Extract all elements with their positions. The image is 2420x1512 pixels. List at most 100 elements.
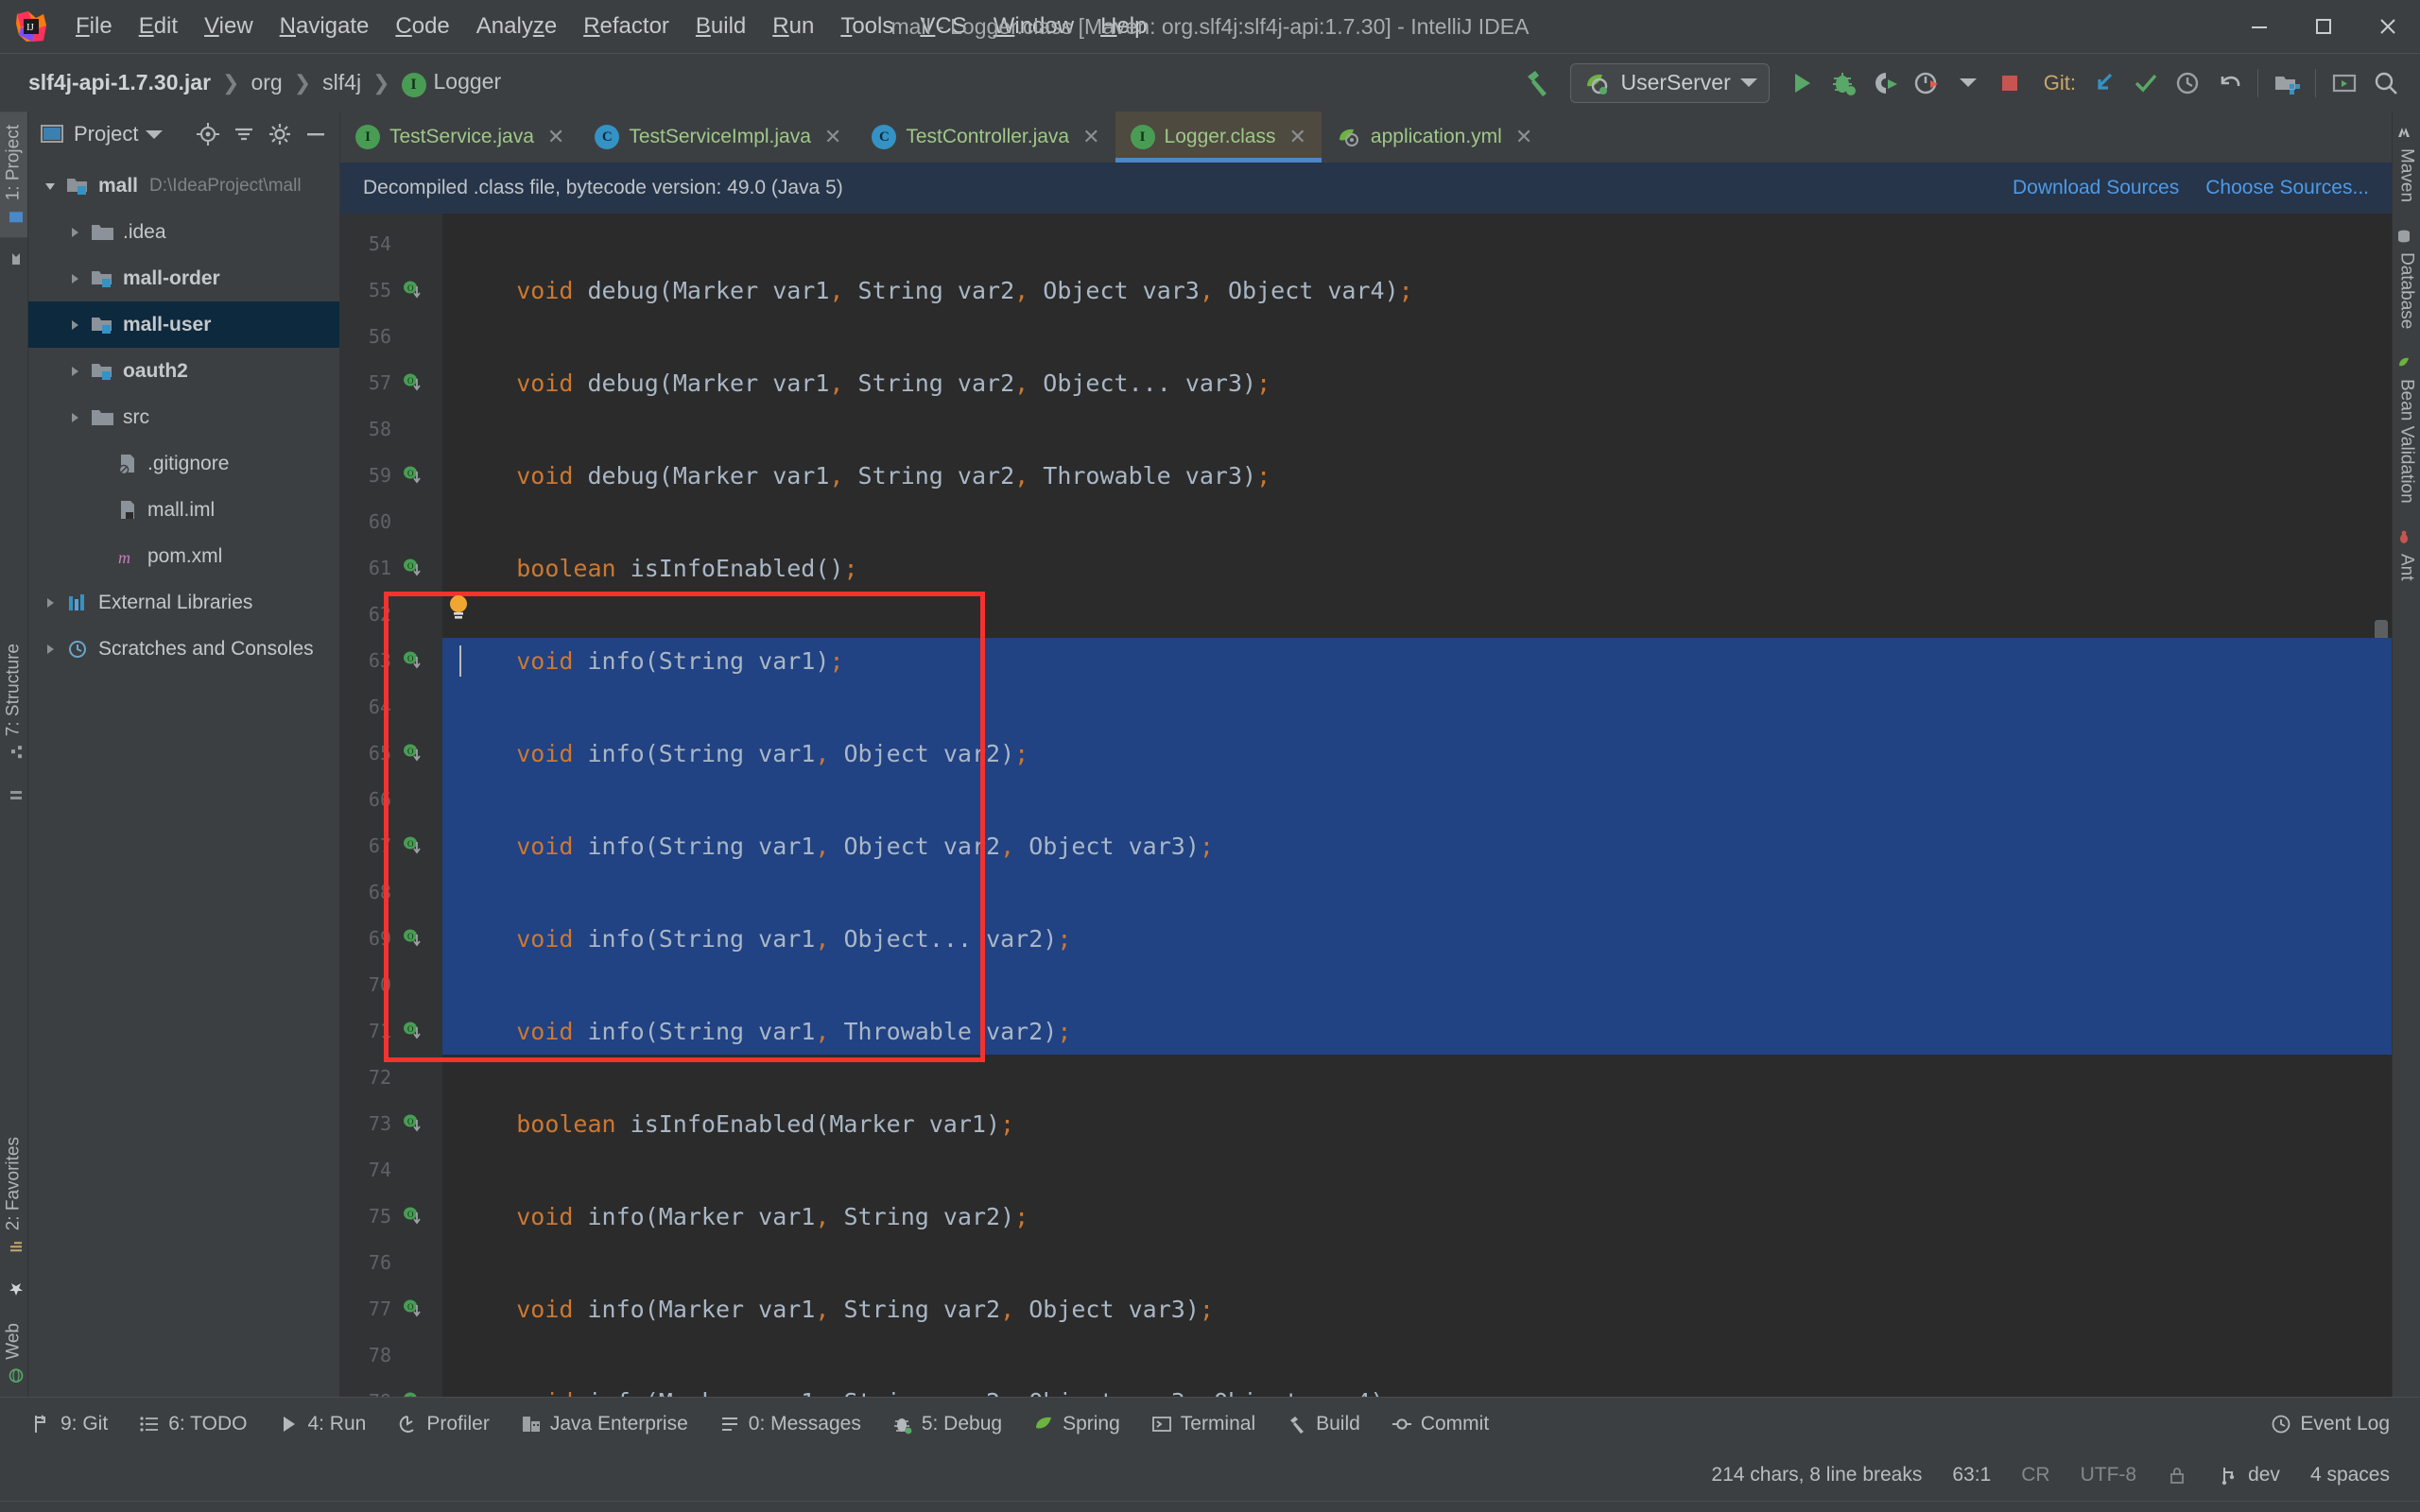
menu-item-analyze[interactable]: Analyze bbox=[463, 8, 570, 45]
close-icon[interactable]: ✕ bbox=[547, 125, 564, 149]
code-line[interactable]: void info(String var1, Object... var2); bbox=[442, 916, 2392, 962]
tree-node-mall-order[interactable]: mall-order bbox=[28, 255, 339, 301]
close-icon[interactable]: ✕ bbox=[1515, 125, 1532, 149]
status-item-spring[interactable]: Spring bbox=[1017, 1413, 1135, 1435]
run-button[interactable] bbox=[1781, 62, 1823, 104]
tab-application-yml[interactable]: application.yml ✕ bbox=[1322, 112, 1547, 163]
code-line[interactable] bbox=[442, 499, 2392, 545]
code-line[interactable] bbox=[442, 777, 2392, 823]
editor-tabs[interactable]: I TestService.java ✕ C TestServiceImpl.j… bbox=[340, 112, 2392, 163]
code-line[interactable]: boolean isInfoEnabled(); bbox=[442, 545, 2392, 592]
code-line[interactable] bbox=[442, 1055, 2392, 1101]
status-item-messages[interactable]: 0: Messages bbox=[703, 1413, 876, 1435]
sidebar-item-database[interactable]: Database bbox=[2393, 215, 2420, 342]
tree-node--idea[interactable]: .idea bbox=[28, 209, 339, 255]
breadcrumb-logger[interactable]: I Logger bbox=[394, 67, 510, 99]
breadcrumb-org[interactable]: org bbox=[243, 68, 289, 97]
code-line[interactable]: boolean isInfoEnabled(Marker var1); bbox=[442, 1101, 2392, 1147]
implementation-marker-icon[interactable]: O bbox=[399, 360, 442, 406]
lock-icon[interactable] bbox=[2152, 1465, 2203, 1486]
sidebar-item-bookmarks[interactable] bbox=[0, 237, 27, 280]
code-viewport[interactable]: 54 55 56 57 58 59 60 61 62 63 64 65 66 67 68 69 70 71 72 73… bbox=[340, 214, 2392, 1397]
gear-icon[interactable] bbox=[266, 120, 294, 148]
run-with-coverage-button[interactable] bbox=[1864, 62, 1906, 104]
code-line[interactable]: void info(String var1); bbox=[442, 638, 2392, 684]
hide-panel-icon[interactable] bbox=[302, 120, 330, 148]
implementation-marker-icon[interactable]: O bbox=[399, 1194, 442, 1240]
status-item-profiler[interactable]: Profiler bbox=[381, 1413, 505, 1435]
right-tool-window-strip[interactable]: Maven Database Bean Validation Ant bbox=[2392, 112, 2420, 1397]
choose-sources-link[interactable]: Choose Sources... bbox=[2205, 177, 2369, 199]
code-line[interactable]: void debug(Marker var1, String var2, Obj… bbox=[442, 267, 2392, 314]
code-line[interactable] bbox=[442, 406, 2392, 453]
code-line[interactable] bbox=[442, 1332, 2392, 1379]
tab-testserviceimpl-java[interactable]: C TestServiceImpl.java ✕ bbox=[579, 112, 856, 163]
left-tool-window-strip[interactable]: 1: Project 7: Structure 2: Favorites Web bbox=[0, 112, 28, 1397]
intention-bulb-icon[interactable] bbox=[446, 593, 471, 622]
implementation-marker-icon[interactable]: O bbox=[399, 1379, 442, 1397]
profile-button[interactable] bbox=[1906, 62, 1947, 104]
menu-item-view[interactable]: View bbox=[191, 8, 267, 45]
code-line[interactable] bbox=[442, 592, 2392, 638]
indent-widget[interactable]: 4 spaces bbox=[2295, 1464, 2405, 1486]
close-icon[interactable]: ✕ bbox=[1288, 125, 1305, 149]
chevron-down-icon[interactable] bbox=[36, 179, 64, 194]
code-line[interactable] bbox=[442, 1240, 2392, 1286]
code-line[interactable]: void debug(Marker var1, String var2, Thr… bbox=[442, 453, 2392, 499]
project-tree[interactable]: mall D:\IdeaProject\mall .idea mall-order ma… bbox=[28, 157, 339, 672]
chevron-right-icon[interactable] bbox=[60, 225, 89, 240]
sidebar-item-favorites[interactable]: 2: Favorites bbox=[0, 1124, 27, 1267]
menu-item-refactor[interactable]: Refactor bbox=[570, 8, 683, 45]
git-update-icon[interactable] bbox=[2083, 62, 2125, 104]
implementation-marker-icon[interactable]: O bbox=[399, 916, 442, 962]
minimize-icon[interactable] bbox=[2227, 0, 2291, 53]
implementation-marker-icon[interactable]: O bbox=[399, 1101, 442, 1147]
menu-item-run[interactable]: Run bbox=[759, 8, 827, 45]
sidebar-item-web[interactable]: Web bbox=[0, 1310, 27, 1397]
chevron-right-icon[interactable] bbox=[60, 410, 89, 425]
locate-in-tree-icon[interactable] bbox=[194, 120, 222, 148]
code-line[interactable] bbox=[442, 962, 2392, 1008]
close-icon[interactable]: ✕ bbox=[824, 125, 841, 149]
sidebar-item-bean-validation[interactable]: Bean Validation bbox=[2393, 342, 2420, 517]
status-item-debug[interactable]: 5: Debug bbox=[876, 1413, 1017, 1435]
maximize-icon[interactable] bbox=[2291, 0, 2356, 53]
tree-node-external-libraries[interactable]: External Libraries bbox=[28, 579, 339, 626]
main-toolbar[interactable]: UserServer Git: bbox=[1517, 62, 2407, 104]
menu-item-navigate[interactable]: Navigate bbox=[267, 8, 383, 45]
close-icon[interactable]: ✕ bbox=[1082, 125, 1099, 149]
status-item-commit[interactable]: Commit bbox=[1375, 1413, 1504, 1435]
code-line[interactable] bbox=[442, 869, 2392, 916]
tree-node-pom-xml[interactable]: m pom.xml bbox=[28, 533, 339, 579]
code-line[interactable] bbox=[442, 221, 2392, 267]
sidebar-item-ant[interactable] bbox=[0, 773, 27, 816]
line-separator[interactable]: CR bbox=[2006, 1464, 2065, 1486]
project-structure-icon[interactable] bbox=[2266, 62, 2308, 104]
tab-testcontroller-java[interactable]: C TestController.java ✕ bbox=[856, 112, 1115, 163]
build-hammer-icon[interactable] bbox=[1517, 62, 1559, 104]
code-line[interactable]: void info(String var1, Throwable var2); bbox=[442, 1008, 2392, 1055]
status-item-todo[interactable]: 6: TODO bbox=[123, 1413, 262, 1435]
terminal-icon[interactable] bbox=[2324, 62, 2365, 104]
caret-position[interactable]: 63:1 bbox=[1937, 1464, 2006, 1486]
menu-item-edit[interactable]: Edit bbox=[126, 8, 191, 45]
tree-node-scratches-and-consoles[interactable]: Scratches and Consoles bbox=[28, 626, 339, 672]
chevron-down-icon[interactable] bbox=[146, 129, 164, 139]
implementation-marker-icon[interactable]: O bbox=[399, 1286, 442, 1332]
implementation-marker-icon[interactable]: O bbox=[399, 823, 442, 869]
stop-button[interactable] bbox=[1989, 62, 2031, 104]
menu-item-code[interactable]: Code bbox=[382, 8, 462, 45]
window-controls[interactable] bbox=[2227, 0, 2420, 53]
event-log-button[interactable]: Event Log bbox=[2255, 1413, 2405, 1435]
tree-node-src[interactable]: src bbox=[28, 394, 339, 440]
chevron-right-icon[interactable] bbox=[60, 364, 89, 379]
status-item-git[interactable]: 9: Git bbox=[15, 1413, 123, 1435]
chevron-right-icon[interactable] bbox=[36, 642, 64, 657]
git-branch-widget[interactable]: dev bbox=[2203, 1464, 2295, 1486]
tree-node-oauth2[interactable]: oauth2 bbox=[28, 348, 339, 394]
implementation-marker-icon[interactable]: O bbox=[399, 545, 442, 592]
debug-button[interactable] bbox=[1823, 62, 1864, 104]
search-icon[interactable] bbox=[2365, 62, 2407, 104]
tree-node-mall[interactable]: mall D:\IdeaProject\mall bbox=[28, 163, 339, 209]
code-line[interactable]: void info(Marker var1, String var2, Obje… bbox=[442, 1379, 2392, 1397]
